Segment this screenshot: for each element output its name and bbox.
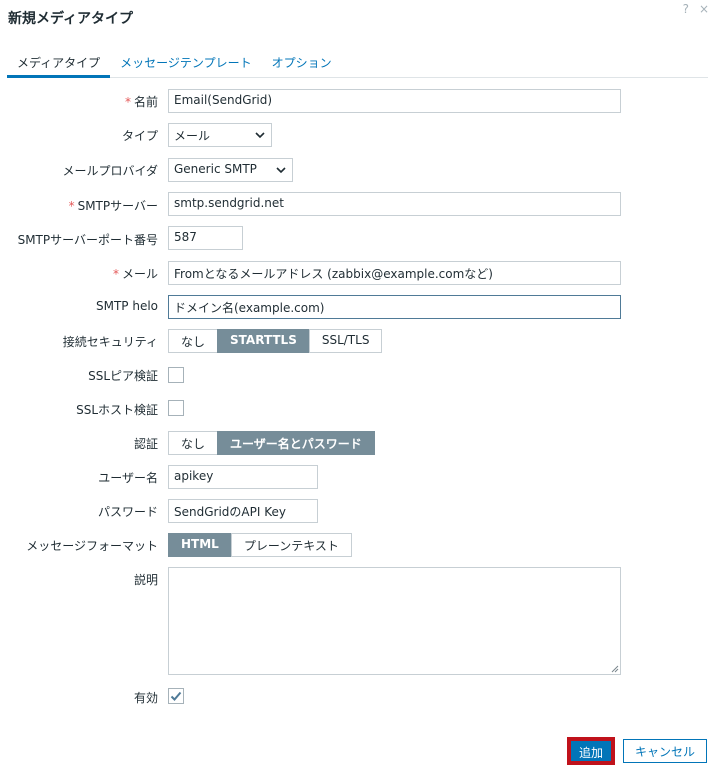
smtp-server-label: * SMTPサーバー bbox=[69, 197, 158, 214]
ssl-peer-label: SSLピア検証 bbox=[88, 369, 158, 383]
required-asterisk: * bbox=[112, 267, 119, 281]
smtp-server-input[interactable]: smtp.sendgrid.net bbox=[168, 192, 621, 216]
smtp-helo-input[interactable]: ドメイン名(example.com) bbox=[168, 295, 621, 319]
security-label: 接続セキュリティ bbox=[62, 335, 158, 349]
help-icon[interactable]: ? bbox=[683, 2, 689, 16]
auth-option-username-password[interactable]: ユーザー名とパスワード bbox=[217, 431, 375, 455]
format-option-html[interactable]: HTML bbox=[168, 533, 232, 557]
description-textarea[interactable] bbox=[168, 567, 621, 675]
chevron-down-icon bbox=[276, 167, 286, 174]
smtp-server-label-text: SMTPサーバー bbox=[77, 199, 158, 213]
password-label: パスワード bbox=[97, 505, 158, 519]
auth-option-none[interactable]: なし bbox=[168, 431, 219, 455]
name-label: * 名前 bbox=[125, 93, 158, 110]
ssl-peer-checkbox[interactable] bbox=[168, 367, 184, 383]
cancel-button[interactable]: キャンセル bbox=[623, 739, 707, 763]
security-option-none[interactable]: なし bbox=[168, 329, 219, 353]
checkmark-icon bbox=[170, 691, 182, 701]
dialog-title: 新規メディアタイプ bbox=[8, 11, 134, 27]
type-select-value: メール bbox=[174, 129, 211, 143]
email-input[interactable]: Fromとなるメールアドレス (zabbix@example.comなど) bbox=[168, 261, 621, 285]
tab-message-templates[interactable]: メッセージテンプレート bbox=[110, 50, 261, 78]
type-label: タイプ bbox=[121, 129, 158, 143]
close-icon[interactable]: × bbox=[699, 2, 709, 16]
email-label: * メール bbox=[113, 265, 158, 282]
type-select[interactable]: メール bbox=[168, 123, 272, 147]
format-option-plaintext[interactable]: プレーンテキスト bbox=[230, 533, 352, 557]
smtp-port-label: SMTPサーバーポート番号 bbox=[17, 233, 158, 247]
ssl-host-label: SSLホスト検証 bbox=[76, 403, 158, 417]
required-asterisk: * bbox=[68, 199, 75, 213]
provider-select-value: Generic SMTP bbox=[174, 162, 257, 176]
tab-media-type[interactable]: メディアタイプ bbox=[7, 50, 111, 78]
username-input[interactable]: apikey bbox=[168, 465, 318, 489]
username-label: ユーザー名 bbox=[98, 471, 158, 485]
tab-bar: メディアタイプ メッセージテンプレート オプション bbox=[7, 50, 708, 78]
add-button[interactable]: 追加 bbox=[567, 737, 615, 765]
format-label: メッセージフォーマット bbox=[26, 539, 158, 553]
enabled-label: 有効 bbox=[133, 691, 158, 705]
auth-segmented: なし ユーザー名とパスワード bbox=[168, 431, 375, 455]
smtp-helo-label: SMTP helo bbox=[95, 299, 158, 313]
auth-label: 認証 bbox=[133, 437, 158, 451]
ssl-host-checkbox[interactable] bbox=[168, 400, 184, 416]
description-label: 説明 bbox=[133, 573, 158, 587]
chevron-down-icon bbox=[255, 132, 265, 139]
smtp-port-input[interactable]: 587 bbox=[168, 226, 243, 250]
name-label-text: 名前 bbox=[133, 95, 158, 109]
required-asterisk: * bbox=[124, 95, 131, 109]
name-input[interactable]: Email(SendGrid) bbox=[168, 89, 621, 113]
email-label-text: メール bbox=[121, 267, 158, 281]
enabled-checkbox[interactable] bbox=[168, 688, 184, 704]
format-segmented: HTML プレーンテキスト bbox=[168, 533, 352, 557]
provider-select[interactable]: Generic SMTP bbox=[168, 158, 293, 182]
password-input[interactable]: SendGridのAPI Key bbox=[168, 499, 318, 523]
security-option-starttls[interactable]: STARTTLS bbox=[217, 329, 310, 353]
security-option-ssltls[interactable]: SSL/TLS bbox=[308, 329, 383, 353]
resize-grip-icon[interactable] bbox=[611, 665, 619, 673]
dialog-header-icons: ? × bbox=[683, 2, 709, 16]
provider-label: メールプロバイダ bbox=[62, 164, 158, 178]
security-segmented: なし STARTTLS SSL/TLS bbox=[168, 329, 383, 353]
tab-options[interactable]: オプション bbox=[262, 50, 342, 78]
